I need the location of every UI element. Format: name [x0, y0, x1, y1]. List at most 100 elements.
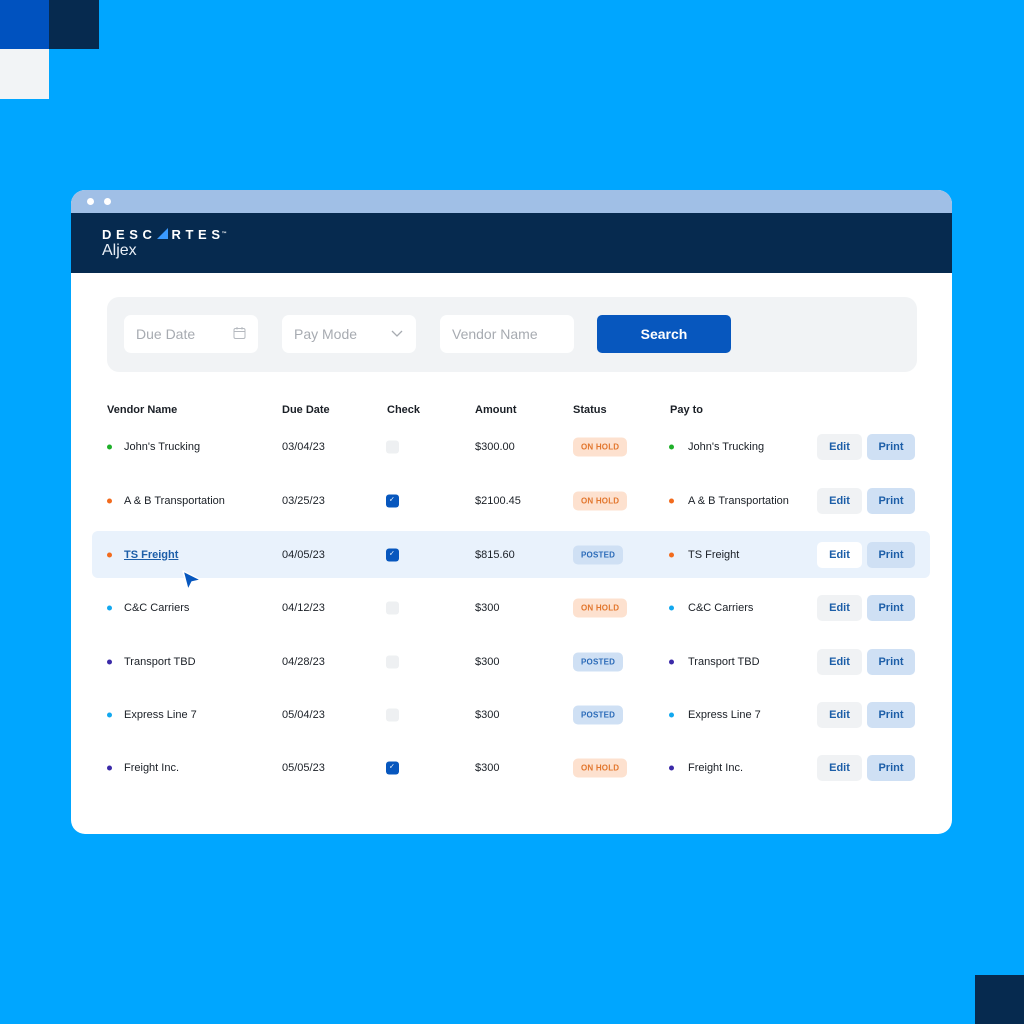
- pay-mode-select[interactable]: Pay Mode: [282, 315, 416, 353]
- decor-square: [0, 0, 49, 49]
- pay-to-name: C&C Carriers: [688, 601, 754, 614]
- due-date: 04/28/23: [282, 655, 325, 668]
- status-badge: POSTED: [573, 705, 624, 724]
- due-date: 04/05/23: [282, 548, 325, 561]
- pay-to-name: A & B Transportation: [688, 494, 789, 507]
- amount: $300.00: [475, 440, 515, 453]
- due-date-field[interactable]: Due Date: [124, 315, 258, 353]
- pay-to-name: John's Trucking: [688, 440, 765, 453]
- logo-brand: DESC RTES ™: [102, 226, 227, 242]
- vendor-status-dot: [107, 712, 112, 717]
- vendor-status-dot: [107, 605, 112, 610]
- window-titlebar: [71, 190, 952, 213]
- column-header-due-date[interactable]: Due Date: [282, 404, 330, 416]
- table-row[interactable]: A & B Transportation 03/25/23 $2100.45 ON H…: [92, 477, 930, 524]
- due-date: 03/25/23: [282, 494, 325, 507]
- status-badge: POSTED: [573, 545, 624, 564]
- amount: $300: [475, 761, 500, 774]
- decor-square: [975, 975, 1024, 1024]
- chevron-down-icon[interactable]: [390, 326, 404, 343]
- vendor-status-dot: [107, 498, 112, 503]
- edit-button[interactable]: Edit: [817, 594, 862, 621]
- due-date: 05/04/23: [282, 708, 325, 721]
- print-button[interactable]: Print: [867, 754, 915, 781]
- column-header-pay-to[interactable]: Pay to: [670, 404, 703, 416]
- vendor-status-dot: [107, 659, 112, 664]
- pay-to-status-dot: [669, 444, 674, 449]
- window-dot-icon[interactable]: [87, 198, 94, 205]
- check-checkbox[interactable]: [386, 655, 399, 668]
- vendor-name-input[interactable]: Vendor Name: [440, 315, 574, 353]
- logo-brand-text: DESC RTES: [102, 227, 225, 242]
- status-badge: ON HOLD: [573, 758, 628, 777]
- vendor-name: Transport TBD: [124, 655, 196, 668]
- vendor-name: John's Trucking: [124, 440, 201, 453]
- logo-product: Aljex: [102, 242, 137, 259]
- amount: $300: [475, 601, 500, 614]
- calendar-icon[interactable]: [233, 326, 246, 343]
- pay-to-status-dot: [669, 659, 674, 664]
- check-checkbox[interactable]: [386, 708, 399, 721]
- pay-to-status-dot: [669, 765, 674, 770]
- trademark-symbol: ™: [221, 231, 227, 237]
- vendor-name[interactable]: TS Freight: [124, 549, 178, 561]
- print-button[interactable]: Print: [867, 541, 915, 568]
- decor-square: [0, 49, 49, 99]
- check-checkbox[interactable]: [386, 440, 399, 453]
- status-badge: ON HOLD: [573, 491, 628, 510]
- pay-to-status-dot: [669, 712, 674, 717]
- print-button[interactable]: Print: [867, 433, 915, 460]
- print-button[interactable]: Print: [867, 594, 915, 621]
- vendor-name-placeholder: Vendor Name: [452, 326, 538, 342]
- pay-mode-placeholder: Pay Mode: [294, 326, 358, 342]
- vendor-status-dot: [107, 552, 112, 557]
- table-row[interactable]: Freight Inc. 05/05/23 $300 ON HOLD Freight I…: [92, 744, 930, 791]
- check-checkbox[interactable]: [386, 548, 399, 561]
- status-badge: ON HOLD: [573, 598, 628, 617]
- column-header-vendor[interactable]: Vendor Name: [107, 404, 177, 416]
- column-header-check[interactable]: Check: [387, 404, 420, 416]
- due-date: 05/05/23: [282, 761, 325, 774]
- print-button[interactable]: Print: [867, 701, 915, 728]
- pay-to-name: Transport TBD: [688, 655, 760, 668]
- window-dot-icon[interactable]: [104, 198, 111, 205]
- vendor-name: Express Line 7: [124, 708, 197, 721]
- status-badge: POSTED: [573, 652, 624, 671]
- pay-to-name: TS Freight: [688, 548, 740, 561]
- logo-slash-mark: [156, 228, 168, 239]
- filter-bar: Due Date Pay Mode Vendor Name Search: [107, 297, 917, 372]
- amount: $300: [475, 655, 500, 668]
- vendor-name: C&C Carriers: [124, 601, 190, 614]
- pay-to-status-dot: [669, 552, 674, 557]
- vendor-status-dot: [107, 765, 112, 770]
- check-checkbox[interactable]: [386, 494, 399, 507]
- table-row[interactable]: TS Freight 04/05/23 $815.60 POSTED TS Freigh…: [92, 531, 930, 578]
- print-button[interactable]: Print: [867, 648, 915, 675]
- due-date-placeholder: Due Date: [136, 326, 196, 342]
- print-button[interactable]: Print: [867, 487, 915, 514]
- amount: $300: [475, 708, 500, 721]
- logo: DESC RTES ™ Aljex: [102, 226, 227, 260]
- table-row[interactable]: John's Trucking 03/04/23 $300.00 ON HOLD Joh…: [92, 423, 930, 470]
- edit-button[interactable]: Edit: [817, 754, 862, 781]
- pay-to-status-dot: [669, 605, 674, 610]
- app-window: DESC RTES ™ Aljex Due Date Pay Mode Vendo…: [71, 190, 952, 834]
- column-header-amount[interactable]: Amount: [475, 404, 517, 416]
- table-row[interactable]: Transport TBD 04/28/23 $300 POSTED Transport…: [92, 638, 930, 685]
- search-button[interactable]: Search: [597, 315, 731, 353]
- check-checkbox[interactable]: [386, 761, 399, 774]
- edit-button[interactable]: Edit: [817, 701, 862, 728]
- pay-to-status-dot: [669, 498, 674, 503]
- column-header-status[interactable]: Status: [573, 404, 607, 416]
- edit-button[interactable]: Edit: [817, 433, 862, 460]
- edit-button[interactable]: Edit: [817, 487, 862, 514]
- vendor-name: A & B Transportation: [124, 494, 225, 507]
- check-checkbox[interactable]: [386, 601, 399, 614]
- table-row[interactable]: Express Line 7 05/04/23 $300 POSTED Express …: [92, 691, 930, 738]
- edit-button[interactable]: Edit: [817, 541, 862, 568]
- vendor-status-dot: [107, 444, 112, 449]
- table-row[interactable]: C&C Carriers 04/12/23 $300 ON HOLD C&C Carri…: [92, 584, 930, 631]
- pay-to-name: Express Line 7: [688, 708, 761, 721]
- edit-button[interactable]: Edit: [817, 648, 862, 675]
- amount: $2100.45: [475, 494, 521, 507]
